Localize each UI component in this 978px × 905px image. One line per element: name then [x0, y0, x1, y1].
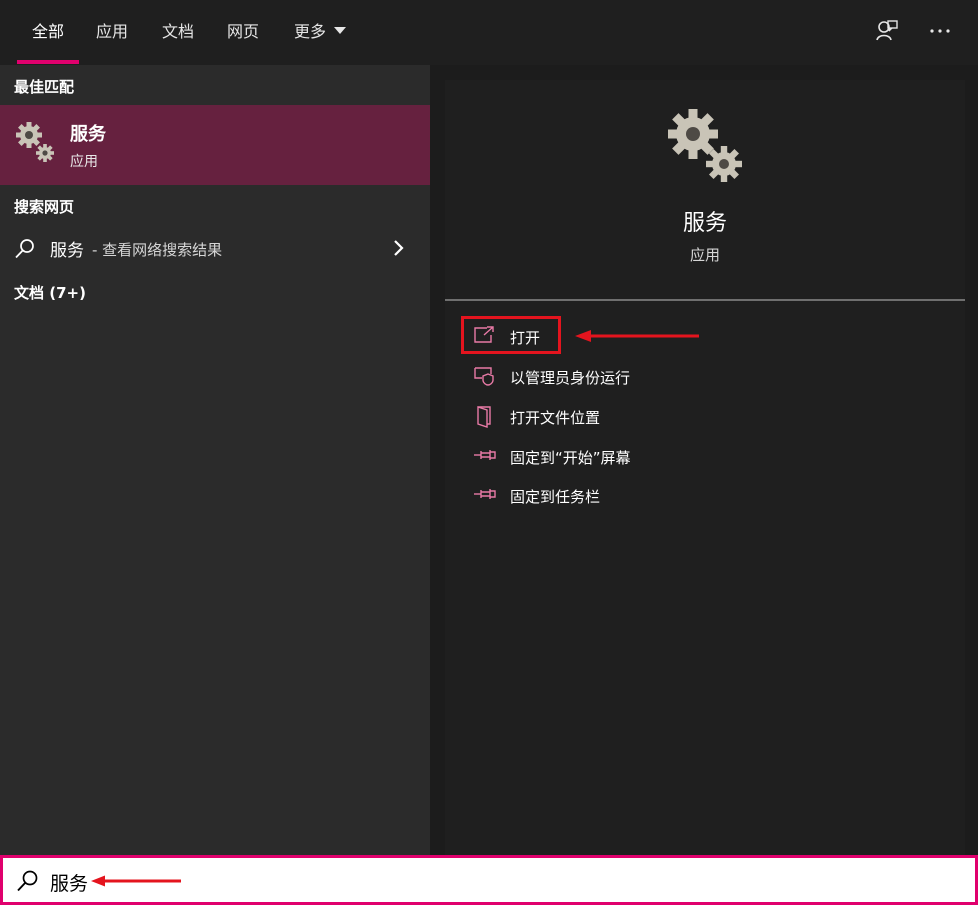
- documents-header[interactable]: 文档 (7+): [14, 282, 86, 303]
- search-icon: [15, 239, 34, 259]
- tab-documents[interactable]: 文档: [153, 0, 203, 65]
- gears-icon: [668, 109, 742, 182]
- search-input[interactable]: 服务: [50, 869, 88, 896]
- best-match-subtitle: 应用: [70, 154, 98, 170]
- action-open-file-location-label: 打开文件位置: [510, 409, 601, 427]
- shield-icon: [474, 367, 494, 386]
- tab-apps[interactable]: 应用: [87, 0, 137, 65]
- app-title: 服务: [682, 211, 727, 236]
- annotation-arrow-icon: [91, 875, 181, 887]
- best-match-item[interactable]: 服务 应用: [0, 105, 430, 185]
- action-pin-to-start[interactable]: 固定到“开始”屏幕: [473, 442, 773, 472]
- web-search-header: 搜索网页: [14, 198, 75, 216]
- feedback-icon[interactable]: [874, 18, 900, 44]
- results-list: 最佳匹配 服务 应用 搜索网页 服务 - 查看网络搜索结果 文档 (7+): [0, 65, 430, 855]
- chevron-right-icon: [394, 240, 404, 256]
- pin-icon: [474, 489, 496, 499]
- web-search-result[interactable]: 服务 - 查看网络搜索结果: [0, 228, 430, 268]
- web-search-suffix: - 查看网络搜索结果: [92, 241, 223, 259]
- action-open-file-location[interactable]: 打开文件位置: [473, 402, 773, 432]
- tab-web[interactable]: 网页: [218, 0, 268, 65]
- action-run-as-admin-label: 以管理员身份运行: [510, 369, 631, 387]
- file-location-icon: [477, 406, 491, 428]
- action-open[interactable]: 打开: [473, 322, 773, 352]
- chevron-down-icon: [334, 27, 346, 34]
- action-pin-to-start-label: 固定到“开始”屏幕: [510, 449, 631, 467]
- search-filter-tabs: 全部 应用 文档 网页 更多: [0, 0, 978, 65]
- tab-all[interactable]: 全部: [17, 0, 79, 65]
- active-tab-underline: [17, 60, 79, 64]
- app-type: 应用: [689, 246, 720, 264]
- more-options-icon[interactable]: [927, 18, 953, 44]
- pin-icon: [474, 450, 496, 460]
- action-open-label: 打开: [510, 329, 541, 347]
- action-pin-to-taskbar[interactable]: 固定到任务栏: [473, 481, 773, 511]
- best-match-title: 服务: [70, 124, 106, 145]
- best-match-header: 最佳匹配: [14, 78, 75, 96]
- action-pin-to-taskbar-label: 固定到任务栏: [510, 488, 601, 506]
- gears-icon: [16, 122, 54, 162]
- app-details-panel: 服务 应用 打开 以管理员身份运行 打开文件位置 固定到“开始”屏幕 固定到任务…: [445, 80, 965, 855]
- divider: [445, 299, 965, 301]
- search-icon: [17, 870, 38, 892]
- search-box[interactable]: 服务: [0, 855, 978, 905]
- tab-more[interactable]: 更多: [285, 0, 355, 65]
- open-external-icon: [474, 326, 494, 343]
- web-search-query: 服务: [50, 241, 84, 261]
- action-run-as-admin[interactable]: 以管理员身份运行: [473, 362, 773, 392]
